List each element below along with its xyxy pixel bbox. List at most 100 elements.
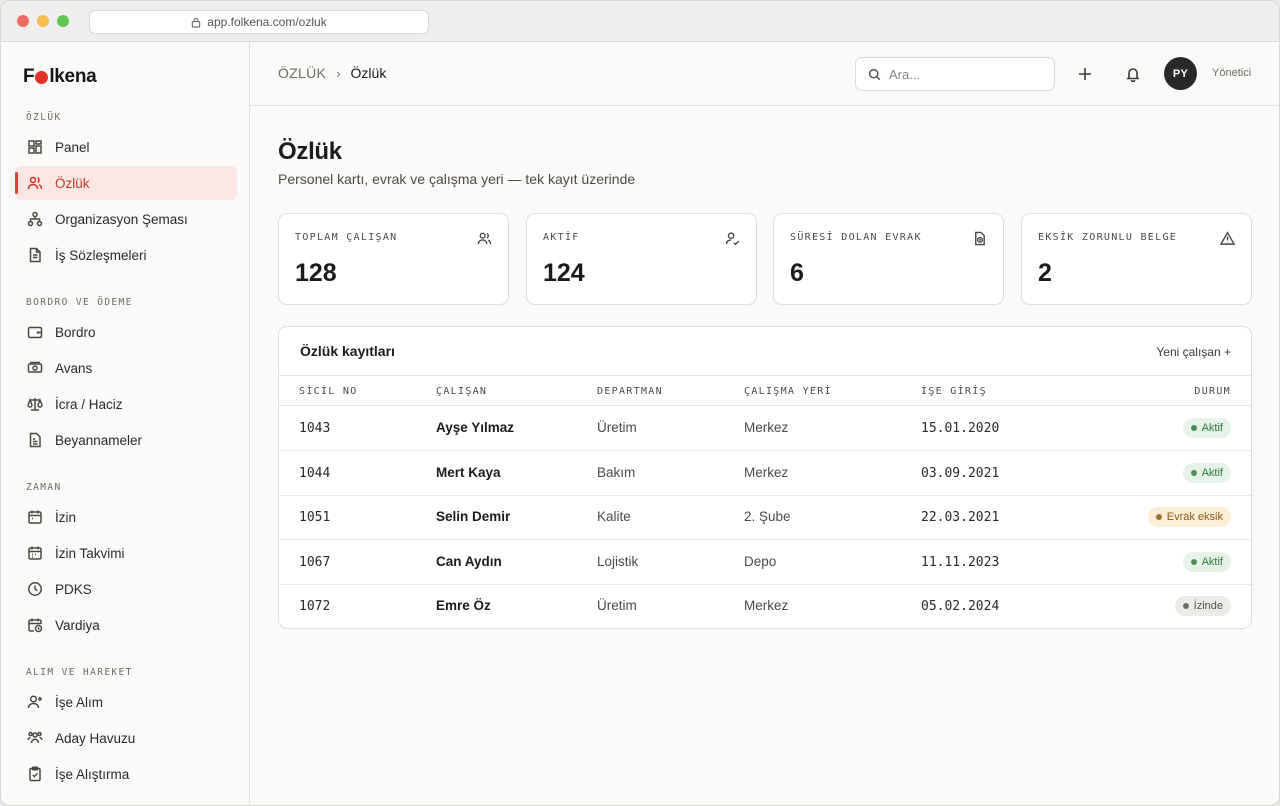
brand-logo[interactable]: Flkena <box>23 66 97 88</box>
sidebar-item-beyannameler[interactable]: Beyannameler <box>15 423 237 457</box>
cell-start-date: 15.01.2020 <box>921 421 1000 436</box>
cell-start-date: 22.03.2021 <box>921 510 1000 525</box>
cell-id: 1067 <box>299 554 331 570</box>
logo-text-left: F <box>23 66 35 87</box>
close-window-button[interactable] <box>17 15 29 27</box>
avatar[interactable]: PY <box>1164 57 1197 90</box>
cell-department: Kalite <box>597 509 631 524</box>
column-header[interactable]: DURUM <box>1194 386 1231 397</box>
column-header[interactable]: İŞE GİRİŞ <box>921 386 987 397</box>
sidebar-item-i-şe-alım[interactable]: İşe Alım <box>15 685 237 719</box>
search-icon <box>868 68 881 80</box>
table-row[interactable]: 1043 Ayşe Yılmaz Üretim Merkez 15.01.2020 Akt… <box>279 406 1251 451</box>
clipboard-check-icon <box>29 766 41 782</box>
stat-card-total: TOPLAM ÇALIŞAN 128 <box>278 213 509 305</box>
users-icon <box>27 176 43 190</box>
column-header[interactable]: ÇALIŞAN <box>436 386 487 397</box>
minimize-window-button[interactable] <box>37 15 49 27</box>
page-subtitle: Personel kartı, evrak ve çalışma yeri — … <box>278 171 636 187</box>
search-box[interactable] <box>855 57 1055 91</box>
cell-start-date: 05.02.2024 <box>921 599 1000 614</box>
table-row[interactable]: 1067 Can Aydın Lojistik Depo 11.11.2023 Aktif <box>279 540 1251 585</box>
cell-employee[interactable]: Emre Öz <box>436 598 491 613</box>
stat-value: 124 <box>543 259 585 287</box>
notifications-button[interactable] <box>1121 62 1145 86</box>
cell-employee[interactable]: Can Aydın <box>436 554 502 569</box>
stat-card-active: AKTİF 124 <box>526 213 757 305</box>
sidebar-item-label: Vardiya <box>55 617 100 633</box>
cell-site: 2. Şube <box>744 509 791 524</box>
status-badge: Evrak eksik <box>1147 507 1231 527</box>
cell-start-date: 11.11.2023 <box>921 554 1000 570</box>
sidebar-item-label: İşe Alım <box>55 694 104 710</box>
sidebar-item-label: Aday Havuzu <box>55 730 136 746</box>
sidebar-item-i-ş-sözleşmeleri[interactable]: İş Sözleşmeleri <box>15 238 237 272</box>
cell-employee[interactable]: Selin Demir <box>436 509 510 524</box>
clock-icon <box>28 582 42 596</box>
app-window: app.folkena.com/ozluk Flkena ÖZLÜK Panel Ö… <box>0 0 1280 806</box>
sidebar-item-i-şe-alıştırma[interactable]: İşe Alıştırma <box>15 757 237 791</box>
maximize-window-button[interactable] <box>57 15 69 27</box>
calendar-icon <box>28 510 42 524</box>
logo-dot <box>35 70 49 84</box>
cash-icon <box>27 361 43 373</box>
sidebar-item-i-zin[interactable]: İzin <box>15 500 237 534</box>
file-clock-icon <box>975 231 985 246</box>
cell-site: Merkez <box>744 420 789 435</box>
stat-card-missing-docs: EKSİK ZORUNLU BELGE 2 <box>1021 213 1252 305</box>
new-employee-button[interactable]: Yeni çalışan + <box>1156 345 1231 359</box>
column-header[interactable]: SİCİL NO <box>299 386 358 397</box>
add-button[interactable] <box>1073 62 1097 86</box>
sidebar-item-vardiya[interactable]: Vardiya <box>15 608 237 642</box>
cell-employee[interactable]: Ayşe Yılmaz <box>436 420 514 435</box>
sidebar-item-organizasyon-şeması[interactable]: Organizasyon Şeması <box>15 202 237 236</box>
cell-site: Depo <box>744 553 777 569</box>
bell-icon <box>1126 68 1140 82</box>
sidebar-item-aday-havuzu[interactable]: Aday Havuzu <box>15 721 237 755</box>
sidebar-item-label: İcra / Haciz <box>55 396 123 412</box>
stat-value: 6 <box>790 259 804 287</box>
cell-site: Merkez <box>744 598 789 613</box>
top-header: ÖZLÜK › Özlük PY Yönetici <box>250 42 1279 106</box>
page-title: Özlük <box>278 138 342 165</box>
sidebar-item-label: Beyannameler <box>55 432 143 448</box>
sidebar-item-label: Avans <box>55 360 93 376</box>
address-bar[interactable]: app.folkena.com/ozluk <box>89 10 429 34</box>
table-row[interactable]: 1051 Selin Demir Kalite 2. Şube 22.03.2021 Ev… <box>279 495 1251 540</box>
users-group-icon <box>27 731 43 744</box>
sidebar-item-avans[interactable]: Avans <box>15 351 237 385</box>
table-row[interactable]: 1044 Mert Kaya Bakım Merkez 03.09.2021 Aktif <box>279 451 1251 496</box>
org-chart-icon <box>27 211 43 227</box>
cell-id: 1043 <box>299 421 331 436</box>
cell-employee[interactable]: Mert Kaya <box>436 465 501 480</box>
cell-department: Üretim <box>597 598 637 613</box>
column-header[interactable]: ÇALIŞMA YERİ <box>744 386 832 397</box>
sidebar-item-özlük[interactable]: Özlük <box>15 166 237 200</box>
sidebar-item-label: İşe Alıştırma <box>55 766 130 782</box>
sidebar-item-label: İzin Takvimi <box>55 545 125 561</box>
warning-icon <box>1220 231 1235 245</box>
sidebar-item-bordro[interactable]: Bordro <box>15 315 237 349</box>
sidebar: Flkena ÖZLÜK Panel Özlük Organizasyon Şemas… <box>1 42 250 805</box>
user-plus-icon <box>27 695 42 709</box>
column-header[interactable]: DEPARTMAN <box>597 386 663 397</box>
stat-label: SÜRESİ DOLAN EVRAK <box>790 232 922 243</box>
status-badge: Aktif <box>1182 418 1231 438</box>
table-header: SİCİL NO ÇALIŞAN DEPARTMAN ÇALIŞMA YERİ … <box>279 375 1251 406</box>
records-table-card: Özlük kayıtları Yeni çalışan + SİCİL NO … <box>278 326 1252 629</box>
breadcrumb-parent[interactable]: ÖZLÜK <box>278 65 326 81</box>
table-row[interactable]: 1072 Emre Öz Üretim Merkez 05.02.2024 İzinde <box>279 584 1251 628</box>
stat-label: AKTİF <box>543 232 580 243</box>
calendar-clock-icon <box>28 618 43 633</box>
lock-icon <box>192 17 201 28</box>
search-input[interactable] <box>889 66 1039 82</box>
grid-icon <box>28 140 42 154</box>
sidebar-item-label: Organizasyon Şeması <box>55 211 188 227</box>
sidebar-item-label: Bordro <box>55 324 96 340</box>
breadcrumb: ÖZLÜK › Özlük <box>278 65 386 81</box>
chevron-right-icon: › <box>336 65 341 81</box>
sidebar-item-i-zin-takvimi[interactable]: İzin Takvimi <box>15 536 237 570</box>
sidebar-item-i-cra-haciz[interactable]: İcra / Haciz <box>15 387 237 421</box>
sidebar-item-pdks[interactable]: PDKS <box>15 572 237 606</box>
sidebar-item-panel[interactable]: Panel <box>15 130 237 164</box>
